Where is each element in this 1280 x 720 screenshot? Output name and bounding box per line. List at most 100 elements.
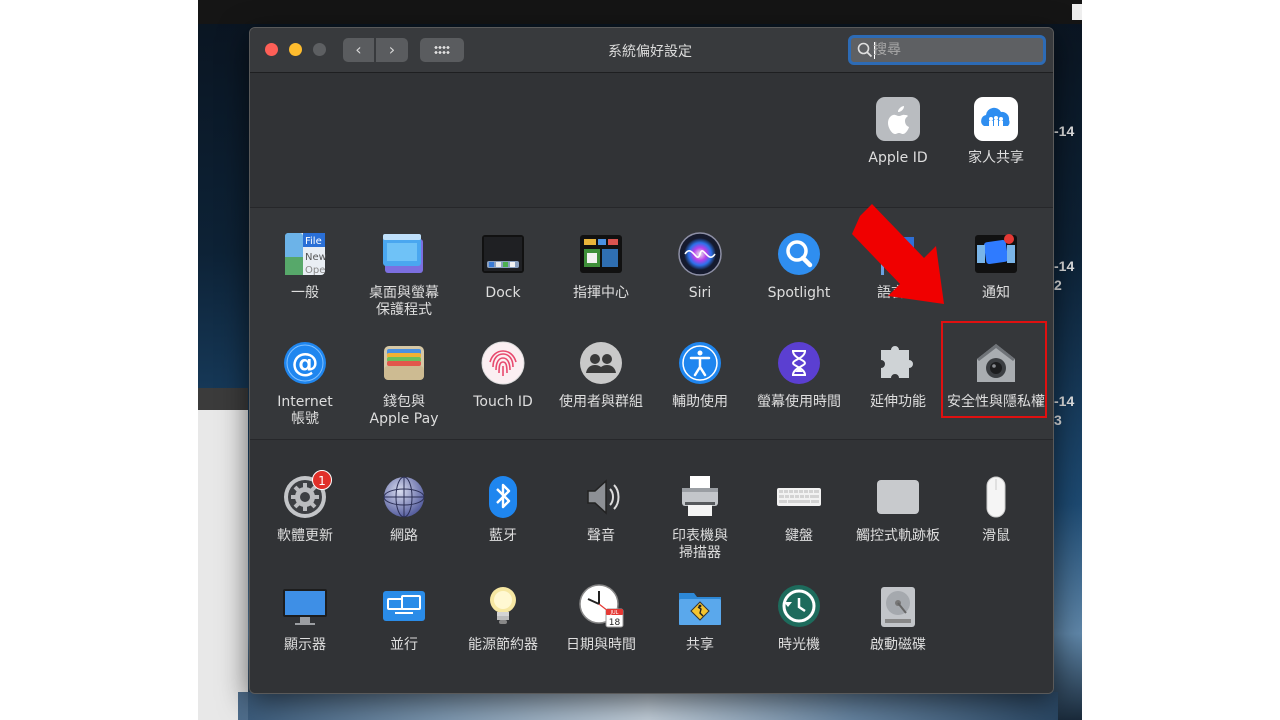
pref-wallet[interactable]: 錢包與 Apple Pay	[355, 340, 453, 428]
pref-label: Apple ID	[868, 150, 928, 166]
pref-general[interactable]: File New Ope 一般	[256, 231, 354, 302]
zoom-button[interactable]	[313, 43, 326, 56]
pref-mission-control[interactable]: 指揮中心	[552, 231, 650, 302]
pref-label: 印表機與 掃描器	[672, 528, 728, 561]
pref-spotlight[interactable]: Spotlight	[750, 231, 848, 302]
pref-siri[interactable]: Siri	[651, 231, 749, 302]
pref-time-machine[interactable]: 時光機	[750, 583, 848, 654]
pref-users-groups[interactable]: 使用者與群組	[552, 340, 650, 411]
desktop-screensaver-icon	[381, 231, 427, 277]
accessibility-icon	[677, 340, 723, 386]
pref-startup-disk[interactable]: 啟動磁碟	[849, 583, 947, 654]
show-all-button[interactable]	[420, 38, 464, 62]
title-bar[interactable]: ‹ › 系統偏好設定	[250, 28, 1053, 73]
pref-label: 一般	[291, 285, 319, 301]
keyboard-icon	[776, 474, 822, 520]
spotlight-icon	[776, 231, 822, 277]
fingerprint-icon	[480, 340, 526, 386]
close-button[interactable]	[265, 43, 278, 56]
search-field[interactable]	[848, 35, 1046, 65]
pref-label: 能源節約器	[468, 637, 538, 653]
calendar-month-label: JUL	[610, 610, 619, 616]
pref-label: 錢包與 Apple Pay	[369, 394, 439, 427]
family-sharing-icon	[973, 96, 1019, 142]
sharing-icon	[677, 583, 723, 629]
pref-internet-accounts[interactable]: @ Internet 帳號	[256, 340, 354, 428]
pref-desktop-screensaver[interactable]: 桌面與螢幕 保護程式	[355, 231, 453, 319]
pref-network[interactable]: 網路	[355, 474, 453, 545]
svg-text:New: New	[305, 252, 327, 263]
pref-printer[interactable]: 印表機與 掃描器	[651, 474, 749, 562]
system-preferences-window: ‹ › 系統偏好設定 Apple ID 家人共享 File New Ope 一般 桌面與螢幕…	[249, 27, 1054, 694]
back-button[interactable]: ‹	[343, 38, 374, 62]
printer-icon	[677, 474, 723, 520]
pref-sidecar[interactable]: 並行	[355, 583, 453, 654]
desktop-side-text: 3	[1054, 412, 1062, 428]
pref-date-time[interactable]: JUL 18 日期與時間	[552, 583, 650, 654]
trackpad-icon	[875, 474, 921, 520]
pref-label: 時光機	[778, 637, 820, 653]
pref-label: 指揮中心	[573, 285, 629, 301]
calendar-day-label: 18	[609, 618, 621, 628]
pref-software-update[interactable]: 1 軟體更新	[256, 470, 354, 545]
pref-label: 日期與時間	[566, 637, 636, 653]
pref-label: Spotlight	[767, 285, 831, 301]
pref-label: 觸控式軌跡板	[856, 528, 940, 544]
time-machine-icon	[776, 583, 822, 629]
pref-display[interactable]: 顯示器	[256, 583, 354, 654]
pref-screen-time[interactable]: 螢幕使用時間	[750, 340, 848, 411]
pref-label: 滑鼠	[982, 528, 1010, 544]
pref-label: 延伸功能	[870, 394, 926, 410]
pref-sound[interactable]: 聲音	[552, 474, 650, 545]
pref-mouse[interactable]: 滑鼠	[947, 474, 1045, 545]
pref-label: 使用者與群組	[559, 394, 643, 410]
pref-label: 螢幕使用時間	[757, 394, 841, 410]
pref-label: Touch ID	[473, 394, 533, 410]
search-input[interactable]	[873, 40, 1033, 60]
menu-bar-corner	[1072, 4, 1082, 20]
desktop-side-text: -14	[1054, 123, 1075, 139]
pref-dock[interactable]: Dock	[454, 231, 552, 302]
startup-disk-icon	[875, 583, 921, 629]
desktop-side-text: 2	[1054, 277, 1062, 293]
pref-extensions[interactable]: 延伸功能	[849, 340, 947, 411]
pref-label: 共享	[686, 637, 714, 653]
pref-bluetooth[interactable]: 藍牙	[454, 474, 552, 545]
pref-trackpad[interactable]: 觸控式軌跡板	[849, 474, 947, 545]
search-icon	[857, 42, 873, 58]
pref-notifications[interactable]: 通知	[947, 231, 1045, 302]
display-icon	[282, 583, 328, 629]
pref-label: 顯示器	[284, 637, 326, 653]
svg-text:Ope: Ope	[305, 265, 325, 276]
background-window	[198, 388, 248, 720]
extensions-icon	[875, 340, 921, 386]
pref-keyboard[interactable]: 鍵盤	[750, 474, 848, 545]
pref-apple-logo[interactable]: Apple ID	[849, 96, 947, 167]
sidecar-icon	[381, 583, 427, 629]
pref-label: 通知	[982, 285, 1010, 301]
pref-fingerprint[interactable]: Touch ID	[454, 340, 552, 411]
pref-energy-saver[interactable]: 能源節約器	[454, 583, 552, 654]
highlight-box-annotation	[941, 321, 1047, 418]
pref-accessibility[interactable]: 輔助使用	[651, 340, 749, 411]
pref-label: 桌面與螢幕 保護程式	[369, 285, 439, 318]
pref-label: Siri	[688, 285, 712, 301]
pref-label: Internet 帳號	[277, 394, 333, 427]
pref-label: 藍牙	[489, 528, 517, 544]
date-time-icon: JUL 18	[578, 583, 624, 629]
forward-button[interactable]: ›	[376, 38, 408, 62]
energy-saver-icon	[480, 583, 526, 629]
red-arrow-annotation	[852, 204, 944, 304]
apple-logo-icon	[875, 96, 921, 142]
pref-label: 網路	[390, 528, 418, 544]
pref-label: 啟動磁碟	[870, 637, 926, 653]
notifications-icon	[973, 231, 1019, 277]
screen-time-icon	[776, 340, 822, 386]
network-icon	[381, 474, 427, 520]
general-icon: File New Ope	[282, 231, 328, 277]
software-update-icon: 1	[282, 470, 332, 520]
wallet-icon	[381, 340, 427, 386]
pref-family-sharing[interactable]: 家人共享	[947, 96, 1045, 167]
pref-sharing[interactable]: 共享	[651, 583, 749, 654]
minimize-button[interactable]	[289, 43, 302, 56]
